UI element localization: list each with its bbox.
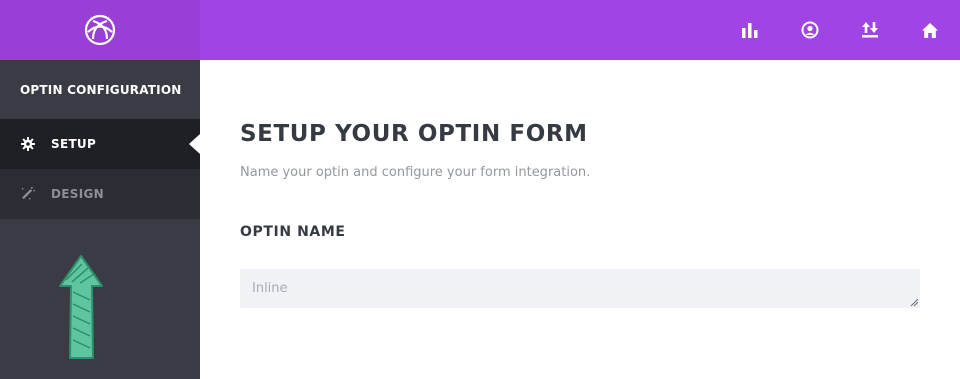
active-item-pointer: [189, 134, 200, 154]
magic-wand-icon: [20, 186, 36, 202]
app: OPTIN CONFIGURATION SETUP DESIGN SETUP Y…: [0, 0, 960, 379]
sidebar-item-setup[interactable]: SETUP: [0, 119, 200, 169]
top-bar: [200, 0, 960, 60]
sort-arrows-icon[interactable]: [860, 20, 880, 40]
logo[interactable]: [0, 0, 200, 60]
sidebar-heading: OPTIN CONFIGURATION: [20, 82, 182, 97]
user-circle-icon[interactable]: [800, 20, 820, 40]
home-icon[interactable]: [920, 20, 940, 40]
resize-handle-icon[interactable]: [909, 297, 919, 307]
logo-icon: [84, 14, 116, 46]
main-content: SETUP YOUR OPTIN FORM Name your optin an…: [200, 60, 960, 379]
sidebar-item-label: SETUP: [51, 137, 97, 151]
page-subtitle: Name your optin and configure your form …: [240, 165, 591, 180]
optin-name-label: OPTIN NAME: [240, 224, 346, 240]
annotation-arrow-icon: [59, 255, 103, 359]
optin-name-input[interactable]: [240, 269, 920, 308]
sidebar-item-label: DESIGN: [51, 187, 104, 201]
bar-chart-icon[interactable]: [740, 20, 760, 40]
sidebar-item-design[interactable]: DESIGN: [0, 169, 200, 219]
page-title: SETUP YOUR OPTIN FORM: [240, 121, 588, 147]
gear-icon: [20, 136, 36, 152]
sidebar: OPTIN CONFIGURATION SETUP DESIGN: [0, 0, 200, 379]
